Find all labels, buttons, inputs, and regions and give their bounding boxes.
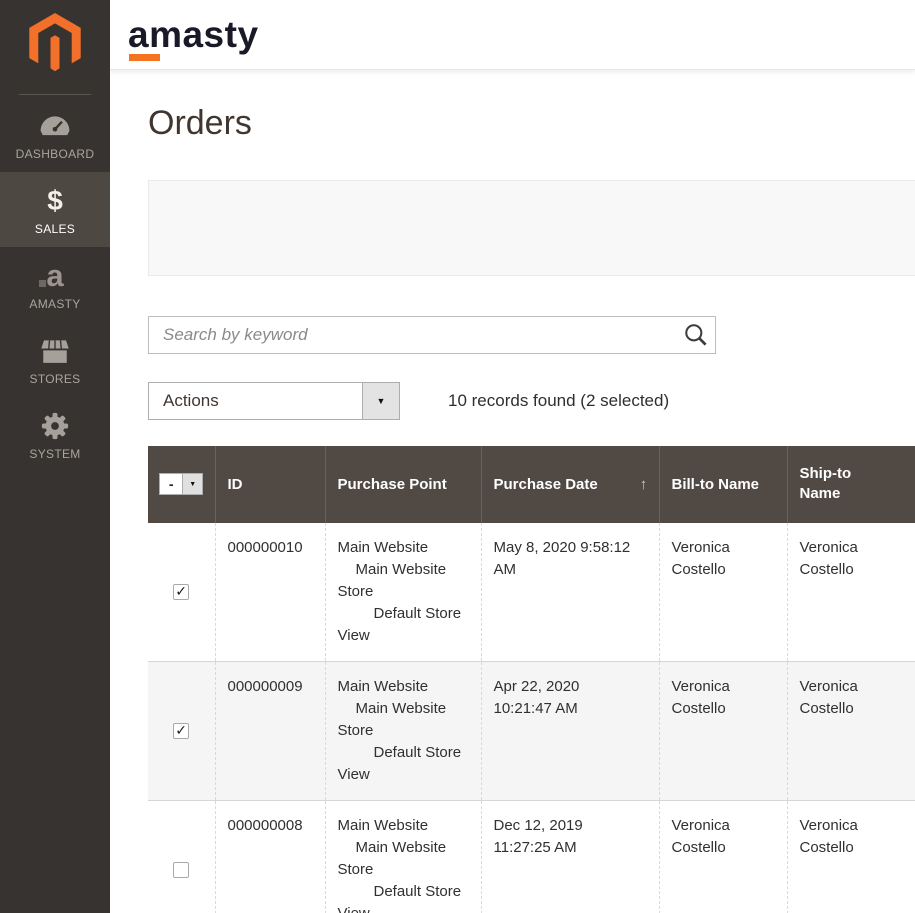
ship-to-name-cell: Veronica Costello (787, 523, 915, 662)
sidebar-item-dashboard[interactable]: DASHBOARD (0, 97, 110, 172)
purchase-date-cell: Apr 22, 2020 10:21:47 AM (481, 661, 659, 800)
sidebar-divider (19, 94, 91, 95)
grid-header-row: - ▼ ID Purchase Point Purchase D (148, 446, 915, 523)
column-label: Ship-to Name (800, 464, 880, 504)
magento-logo-icon (29, 13, 81, 73)
chevron-down-icon: ▼ (377, 396, 386, 406)
amasty-a-icon: a (0, 260, 110, 292)
row-select-cell (148, 523, 215, 662)
order-row[interactable]: 000000009 Main Website Main Website Stor… (148, 661, 915, 800)
sidebar-item-system[interactable]: SYSTEM (0, 397, 110, 472)
column-label: Purchase Point (338, 476, 447, 493)
sidebar-item-label: STORES (0, 372, 110, 386)
grid-actions-row: Actions ▼ 10 records found (2 selected) (148, 382, 915, 420)
order-id-cell: 000000008 (215, 800, 325, 913)
actions-dropdown[interactable]: Actions ▼ (148, 382, 400, 420)
page-title: Orders (148, 103, 915, 144)
column-label: ID (228, 476, 243, 493)
purchase-date-line: 11:27:25 AM (494, 837, 649, 859)
sort-asc-icon: ↑ (640, 476, 648, 493)
amasty-logo-underline (129, 54, 160, 61)
row-checkbox[interactable] (173, 723, 189, 739)
ship-to-name-cell: Veronica Costello (787, 800, 915, 913)
bill-to-name-cell: Veronica Costello (659, 661, 787, 800)
purchase-date-line: AM (494, 559, 649, 581)
main-area: amasty Orders Actions (110, 0, 915, 913)
sidebar-item-stores[interactable]: STORES (0, 322, 110, 397)
select-all-dropdown[interactable]: - ▼ (159, 473, 203, 495)
purchase-point-line: Default Store View (338, 603, 471, 647)
column-header-id[interactable]: ID (215, 446, 325, 523)
bill-to-name-cell: Veronica Costello (659, 523, 787, 662)
dashboard-gauge-icon (0, 110, 110, 142)
purchase-date-cell: May 8, 2020 9:58:12 AM (481, 523, 659, 662)
magento-logo[interactable] (0, 0, 110, 78)
order-id-cell: 000000009 (215, 661, 325, 800)
purchase-date-line: Apr 22, 2020 (494, 676, 649, 698)
purchase-point-line: Main Website Store (338, 559, 471, 603)
grid-toolbar-area (148, 180, 915, 276)
purchase-date-line: May 8, 2020 9:58:12 (494, 537, 649, 559)
purchase-point-cell: Main Website Main Website Store Default … (325, 800, 481, 913)
ship-to-name-cell: Veronica Costello (787, 661, 915, 800)
purchase-date-line: Dec 12, 2019 (494, 815, 649, 837)
order-row[interactable]: 000000010 Main Website Main Website Stor… (148, 523, 915, 662)
search-icon (682, 321, 709, 348)
top-header: amasty (110, 0, 915, 70)
chevron-down-icon[interactable]: ▼ (182, 474, 202, 494)
column-header-ship-to-name[interactable]: Ship-to Name (787, 446, 915, 523)
purchase-date-cell: Dec 12, 2019 11:27:25 AM (481, 800, 659, 913)
storefront-icon (0, 335, 110, 367)
orders-grid: - ▼ ID Purchase Point Purchase D (148, 446, 915, 913)
purchase-point-cell: Main Website Main Website Store Default … (325, 661, 481, 800)
sidebar-item-label: AMASTY (0, 297, 110, 311)
page-content: Orders Actions ▼ 10 reco (110, 103, 915, 913)
sidebar-item-amasty[interactable]: a AMASTY (0, 247, 110, 322)
column-header-bill-to-name[interactable]: Bill-to Name (659, 446, 787, 523)
gear-icon (0, 410, 110, 442)
keyword-search (148, 316, 716, 354)
actions-dropdown-toggle[interactable]: ▼ (362, 383, 399, 419)
purchase-point-line: Main Website (338, 676, 471, 698)
sidebar-item-label: DASHBOARD (0, 147, 110, 161)
select-all-checkbox[interactable]: - (160, 474, 182, 494)
sidebar-item-label: SALES (0, 222, 110, 236)
row-checkbox[interactable] (173, 862, 189, 878)
bill-to-name-cell: Veronica Costello (659, 800, 787, 913)
order-row[interactable]: 000000008 Main Website Main Website Stor… (148, 800, 915, 913)
amasty-logo-text: amasty (128, 14, 259, 55)
records-count-text: 10 records found (2 selected) (448, 391, 669, 411)
purchase-point-line: Default Store View (338, 881, 471, 913)
row-checkbox[interactable] (173, 584, 189, 600)
sidebar-item-sales[interactable]: $ SALES (0, 172, 110, 247)
sidebar-item-label: SYSTEM (0, 447, 110, 461)
row-select-cell (148, 661, 215, 800)
purchase-point-line: Main Website Store (338, 837, 471, 881)
row-select-cell (148, 800, 215, 913)
actions-dropdown-label: Actions (149, 383, 362, 419)
search-button[interactable] (680, 321, 710, 349)
column-label: Bill-to Name (672, 476, 760, 493)
purchase-point-line: Main Website (338, 537, 471, 559)
purchase-point-line: Main Website (338, 815, 471, 837)
dollar-icon: $ (0, 185, 110, 217)
purchase-point-cell: Main Website Main Website Store Default … (325, 523, 481, 662)
admin-sidebar: DASHBOARD $ SALES a AMASTY (0, 0, 110, 913)
search-input[interactable] (148, 316, 716, 354)
purchase-date-line: 10:21:47 AM (494, 698, 649, 720)
select-all-header-cell: - ▼ (148, 446, 215, 523)
app-root: DASHBOARD $ SALES a AMASTY (0, 0, 915, 913)
purchase-point-line: Main Website Store (338, 698, 471, 742)
column-header-purchase-date[interactable]: Purchase Date ↑ (481, 446, 659, 523)
purchase-point-line: Default Store View (338, 742, 471, 786)
amasty-logo[interactable]: amasty (128, 16, 259, 53)
order-id-cell: 000000010 (215, 523, 325, 662)
column-header-purchase-point[interactable]: Purchase Point (325, 446, 481, 523)
column-label: Purchase Date (494, 476, 598, 493)
